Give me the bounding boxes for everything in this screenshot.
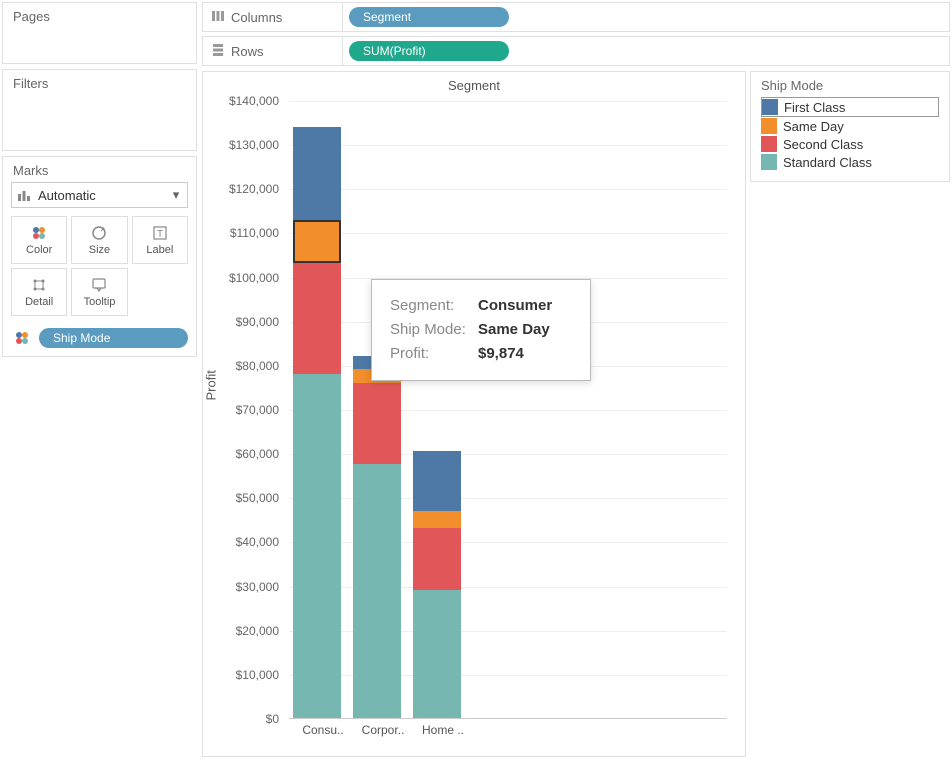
marks-color-button[interactable]: Color xyxy=(11,216,67,264)
bar-segment[interactable] xyxy=(353,464,401,718)
legend-label: First Class xyxy=(784,100,845,115)
chevron-down-icon: ▾ xyxy=(165,187,187,203)
tooltip-shipmode-label: Ship Mode: xyxy=(390,318,472,342)
y-tick: $40,000 xyxy=(236,535,279,549)
legend-swatch xyxy=(762,99,778,115)
y-tick: $80,000 xyxy=(236,359,279,373)
tooltip-segment-value: Consumer xyxy=(478,294,552,318)
marks-tooltip-button[interactable]: Tooltip xyxy=(71,268,127,316)
tooltip-profit-label: Profit: xyxy=(390,342,472,366)
bar[interactable] xyxy=(293,127,341,718)
label-icon: T xyxy=(151,224,169,242)
marks-label-button[interactable]: T Label xyxy=(132,216,188,264)
detail-icon xyxy=(30,276,48,294)
grid-line xyxy=(289,101,727,102)
bar-segment[interactable] xyxy=(353,383,401,465)
columns-shelf[interactable]: Columns Segment xyxy=(202,2,950,32)
bar-segment[interactable] xyxy=(293,220,341,264)
bar-segment[interactable] xyxy=(413,528,461,590)
marks-size-button[interactable]: Size xyxy=(71,216,127,264)
filters-title: Filters xyxy=(3,70,196,97)
legend-swatch xyxy=(761,136,777,152)
marks-tooltip-label: Tooltip xyxy=(84,296,116,308)
color-icon xyxy=(30,224,48,242)
bar-segment[interactable] xyxy=(293,374,341,718)
svg-text:T: T xyxy=(157,229,163,240)
filters-shelf[interactable]: Filters xyxy=(2,69,197,151)
legend-item[interactable]: First Class xyxy=(761,97,939,117)
bar-segment[interactable] xyxy=(413,511,461,529)
columns-icon xyxy=(211,9,225,26)
legend: Ship Mode First Class Same Day Second Clas… xyxy=(750,71,950,182)
y-tick: $100,000 xyxy=(229,271,279,285)
bar-segment[interactable] xyxy=(413,451,461,511)
rows-icon xyxy=(211,43,225,60)
rows-pill[interactable]: SUM(Profit) xyxy=(349,41,509,61)
legend-item[interactable]: Standard Class xyxy=(761,153,939,171)
tooltip-icon xyxy=(90,276,108,294)
color-assignment-icon xyxy=(11,329,33,347)
marks-label-label: Label xyxy=(146,244,173,256)
bar-segment[interactable] xyxy=(293,127,341,220)
grid-line xyxy=(289,189,727,190)
plot-area[interactable] xyxy=(289,101,727,719)
y-tick: $120,000 xyxy=(229,182,279,196)
legend-swatch xyxy=(761,154,777,170)
y-tick: $110,000 xyxy=(230,226,279,240)
legend-item[interactable]: Same Day xyxy=(761,117,939,135)
chart-area: Profit $0$10,000$20,000$30,000$40,000$50… xyxy=(203,101,745,737)
chart-title: Segment xyxy=(203,72,745,93)
y-tick: $60,000 xyxy=(236,447,279,461)
y-axis: $0$10,000$20,000$30,000$40,000$50,000$60… xyxy=(203,101,285,719)
tooltip: Segment:Consumer Ship Mode:Same Day Prof… xyxy=(371,279,591,381)
legend-label: Second Class xyxy=(783,137,863,152)
legend-item[interactable]: Second Class xyxy=(761,135,939,153)
bar[interactable] xyxy=(413,451,461,718)
y-tick: $90,000 xyxy=(236,315,279,329)
bar-chart-icon xyxy=(12,188,36,202)
marks-card: Marks Automatic ▾ Color xyxy=(2,156,197,357)
bar[interactable] xyxy=(353,356,401,718)
marks-size-label: Size xyxy=(89,244,110,256)
legend-swatch xyxy=(761,118,777,134)
legend-label: Standard Class xyxy=(783,155,872,170)
pages-shelf[interactable]: Pages xyxy=(2,2,197,64)
x-label: Corpor.. xyxy=(353,723,413,737)
marks-detail-button[interactable]: Detail xyxy=(11,268,67,316)
marks-type-dropdown[interactable]: Automatic ▾ xyxy=(11,182,188,208)
y-tick: $140,000 xyxy=(229,94,279,108)
chart-panel: Segment Profit $0$10,000$20,000$30,000$4… xyxy=(202,71,746,757)
marks-title: Marks xyxy=(3,157,196,182)
grid-line xyxy=(289,233,727,234)
y-tick: $70,000 xyxy=(236,403,279,417)
y-tick: $20,000 xyxy=(236,624,279,638)
y-tick: $130,000 xyxy=(229,138,279,152)
x-label: Consu.. xyxy=(293,723,353,737)
grid-line xyxy=(289,145,727,146)
tooltip-shipmode-value: Same Day xyxy=(478,318,550,342)
bar-segment[interactable] xyxy=(413,590,461,718)
rows-shelf[interactable]: Rows SUM(Profit) xyxy=(202,36,950,66)
columns-label: Columns xyxy=(231,10,282,25)
color-pill[interactable]: Ship Mode xyxy=(39,328,188,348)
tooltip-segment-label: Segment: xyxy=(390,294,472,318)
pages-title: Pages xyxy=(3,3,196,30)
y-tick: $30,000 xyxy=(236,580,279,594)
bar-segment[interactable] xyxy=(293,263,341,373)
rows-label: Rows xyxy=(231,44,264,59)
size-icon xyxy=(90,224,108,242)
y-tick: $10,000 xyxy=(236,668,279,682)
x-label: Home .. xyxy=(413,723,473,737)
marks-color-label: Color xyxy=(26,244,52,256)
legend-label: Same Day xyxy=(783,119,844,134)
marks-detail-label: Detail xyxy=(25,296,53,308)
y-tick: $0 xyxy=(266,712,279,726)
tooltip-profit-value: $9,874 xyxy=(478,342,524,366)
y-tick: $50,000 xyxy=(236,491,279,505)
x-axis: Consu..Corpor..Home .. xyxy=(289,723,727,737)
marks-dropdown-label: Automatic xyxy=(36,188,165,203)
legend-title: Ship Mode xyxy=(761,78,939,93)
columns-pill[interactable]: Segment xyxy=(349,7,509,27)
